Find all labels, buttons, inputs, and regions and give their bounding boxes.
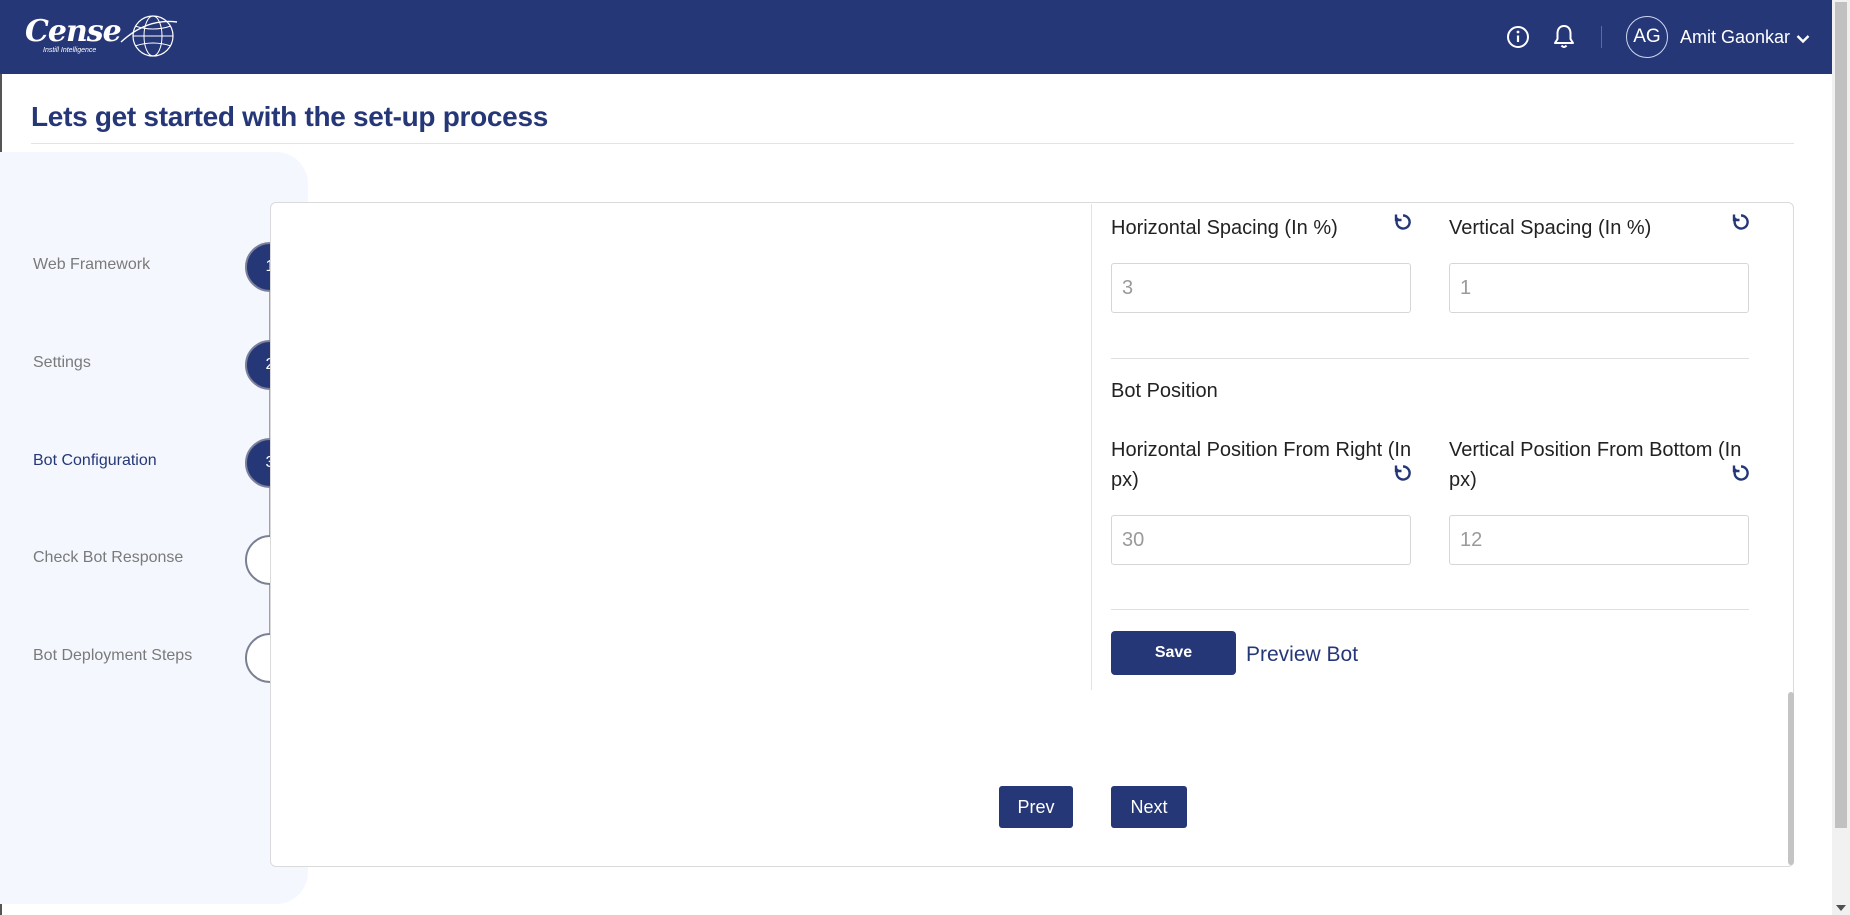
vertical-position-label: Vertical Position From Bottom (In px) bbox=[1449, 439, 1742, 491]
prev-button[interactable]: Prev bbox=[999, 786, 1073, 828]
step-web-framework[interactable]: Web Framework 1 bbox=[0, 242, 300, 292]
vertical-spacing-label: Vertical Spacing (In %) bbox=[1449, 217, 1652, 239]
step-label: Check Bot Response bbox=[33, 549, 184, 566]
bell-icon[interactable] bbox=[1551, 24, 1577, 50]
column-divider bbox=[1091, 204, 1092, 690]
title-divider bbox=[31, 143, 1794, 144]
section-divider bbox=[1111, 358, 1749, 359]
save-button[interactable]: Save bbox=[1111, 631, 1236, 675]
step-label: Settings bbox=[33, 354, 91, 371]
step-bot-deployment-steps[interactable]: Bot Deployment Steps bbox=[0, 633, 300, 683]
vertical-spacing-input[interactable] bbox=[1449, 263, 1749, 313]
scrollbar-thumb[interactable] bbox=[1835, 2, 1847, 828]
scroll-down-arrow-icon[interactable] bbox=[1836, 905, 1846, 911]
info-circle-icon[interactable] bbox=[1505, 24, 1531, 50]
page-title: Lets get started with the set-up process bbox=[31, 101, 548, 132]
logo-text: Cense bbox=[25, 14, 122, 49]
cense-logo[interactable]: Cense Instill Intelligence bbox=[25, 10, 178, 62]
horizontal-spacing-input[interactable] bbox=[1111, 263, 1411, 313]
step-check-bot-response[interactable]: Check Bot Response bbox=[0, 535, 300, 585]
preview-bot-link[interactable]: Preview Bot bbox=[1246, 643, 1358, 667]
globe-icon bbox=[120, 15, 178, 57]
header-actions: AG Amit Gaonkar bbox=[1485, 0, 1810, 74]
page-scrollbar[interactable] bbox=[1832, 0, 1850, 915]
reset-icon[interactable] bbox=[1731, 463, 1751, 483]
avatar-initials: AG bbox=[1633, 26, 1661, 47]
top-navbar: Cense Instill Intelligence AG Amit Gaonk… bbox=[0, 0, 1832, 74]
next-button[interactable]: Next bbox=[1111, 786, 1187, 828]
horizontal-spacing-label: Horizontal Spacing (In %) bbox=[1111, 217, 1338, 239]
header-divider bbox=[1600, 26, 1602, 48]
user-name[interactable]: Amit Gaonkar bbox=[1680, 27, 1790, 48]
step-settings[interactable]: Settings 2 bbox=[0, 340, 300, 390]
step-label: Web Framework bbox=[33, 256, 151, 273]
reset-icon[interactable] bbox=[1731, 212, 1751, 232]
page: Cense Instill Intelligence AG Amit Gaonk… bbox=[0, 0, 1850, 915]
reset-icon[interactable] bbox=[1393, 463, 1413, 483]
vertical-position-input[interactable] bbox=[1449, 515, 1749, 565]
step-label: Bot Deployment Steps bbox=[33, 647, 193, 664]
step-bot-configuration[interactable]: Bot Configuration 3 bbox=[0, 438, 300, 488]
chevron-down-icon[interactable] bbox=[1796, 34, 1810, 44]
step-label: Bot Configuration bbox=[33, 452, 157, 469]
logo-tagline: Instill Intelligence bbox=[43, 47, 97, 54]
avatar[interactable]: AG bbox=[1625, 16, 1668, 58]
card-scrollbar[interactable] bbox=[1788, 205, 1794, 865]
reset-icon[interactable] bbox=[1393, 212, 1413, 232]
horizontal-position-input[interactable] bbox=[1111, 515, 1411, 565]
section-divider bbox=[1111, 609, 1749, 610]
horizontal-position-label: Horizontal Position From Right (In px) bbox=[1111, 439, 1412, 491]
scrollbar-thumb[interactable] bbox=[1788, 692, 1794, 865]
bot-position-heading: Bot Position bbox=[1111, 380, 1218, 402]
